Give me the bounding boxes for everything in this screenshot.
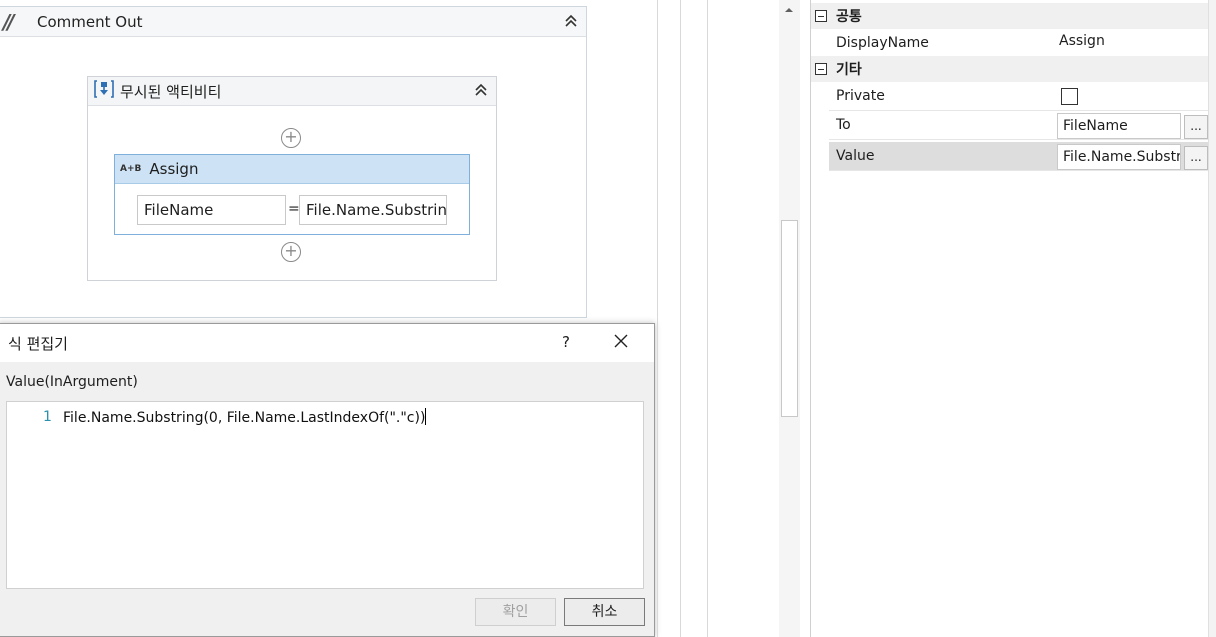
collapse-icon[interactable] <box>472 82 490 100</box>
category-common[interactable]: 공통 <box>811 3 1209 29</box>
equals-sign: = <box>288 201 300 217</box>
assign-activity[interactable]: A+B Assign FileName = File.Name.Substrin <box>114 154 470 235</box>
property-label: Private <box>836 88 885 104</box>
panel-divider <box>657 0 658 637</box>
panel-divider <box>680 0 681 637</box>
properties-scrollbar[interactable] <box>1208 0 1216 637</box>
assign-value-field[interactable]: File.Name.Substrin <box>299 195 447 225</box>
dialog-titlebar[interactable]: 식 편집기 ? <box>0 324 654 362</box>
to-field[interactable]: FileName <box>1057 113 1181 139</box>
collapse-toggle-icon[interactable] <box>815 10 827 22</box>
vertical-scrollbar[interactable] <box>779 0 800 637</box>
add-activity-icon[interactable]: + <box>281 128 301 148</box>
value-field[interactable]: File.Name.Substri <box>1057 144 1181 170</box>
expression-text: File.Name.Substring(0, File.Name.LastInd… <box>63 410 426 426</box>
private-checkbox[interactable] <box>1061 88 1078 105</box>
workflow-designer-canvas[interactable]: // Comment Out 무시된 액티비티 + A+B Assign Fil… <box>0 0 657 637</box>
line-number: 1 <box>43 409 52 425</box>
collapse-icon[interactable] <box>562 13 580 31</box>
expression-editor-dialog[interactable]: 식 편집기 ? Value(InArgument) 1 File.Name.Su… <box>0 323 655 637</box>
cancel-button[interactable]: 취소 <box>564 598 645 626</box>
category-misc[interactable]: 기타 <box>811 56 1209 82</box>
expression-editor[interactable]: 1 File.Name.Substring(0, File.Name.LastI… <box>6 401 644 589</box>
property-row-private[interactable]: Private <box>829 82 1209 111</box>
add-activity-icon[interactable]: + <box>281 242 301 262</box>
ok-button[interactable]: 확인 <box>475 598 556 626</box>
property-row-displayname[interactable]: DisplayName Assign <box>829 29 1209 58</box>
comment-out-activity[interactable]: // Comment Out 무시된 액티비티 + A+B Assign Fil… <box>0 6 587 318</box>
help-button[interactable]: ? <box>559 333 573 351</box>
ignored-activities-header[interactable]: 무시된 액티비티 <box>88 77 496 106</box>
text-caret <box>425 408 427 425</box>
dialog-title: 식 편집기 <box>8 334 68 353</box>
comment-out-icon: // <box>3 9 15 34</box>
sequence-icon <box>94 79 114 103</box>
value-ellipsis-button[interactable]: ... <box>1184 146 1208 170</box>
scroll-up-icon[interactable] <box>782 3 796 17</box>
comment-out-header[interactable]: // Comment Out <box>0 7 586 37</box>
assign-header[interactable]: A+B Assign <box>115 155 469 184</box>
property-label: DisplayName <box>836 35 929 51</box>
argument-label: Value(InArgument) <box>6 374 138 390</box>
property-label: To <box>836 117 851 133</box>
assign-title: Assign <box>149 160 199 178</box>
properties-panel: 공통 DisplayName Assign 기타 Private To File… <box>810 0 1216 637</box>
comment-out-title: Comment Out <box>37 12 143 31</box>
scrollbar-thumb[interactable] <box>781 220 798 417</box>
category-name: 공통 <box>836 9 862 25</box>
collapse-toggle-icon[interactable] <box>815 63 827 75</box>
displayname-value[interactable]: Assign <box>1059 33 1105 49</box>
expression-code[interactable]: File.Name.Substring(0, File.Name.LastInd… <box>63 408 427 426</box>
to-ellipsis-button[interactable]: ... <box>1184 115 1208 139</box>
assign-to-field[interactable]: FileName <box>137 195 286 225</box>
category-name: 기타 <box>836 62 862 78</box>
property-row-to[interactable]: To FileName ... <box>829 111 1209 140</box>
ignored-activities-block[interactable]: 무시된 액티비티 + A+B Assign FileName = File.Na… <box>87 76 497 281</box>
close-icon[interactable] <box>611 331 631 353</box>
ignored-activities-title: 무시된 액티비티 <box>120 82 222 101</box>
property-label: Value <box>836 148 875 164</box>
assign-icon: A+B <box>120 164 142 174</box>
panel-divider <box>707 0 708 637</box>
property-row-value[interactable]: Value File.Name.Substri ... <box>829 142 1209 171</box>
